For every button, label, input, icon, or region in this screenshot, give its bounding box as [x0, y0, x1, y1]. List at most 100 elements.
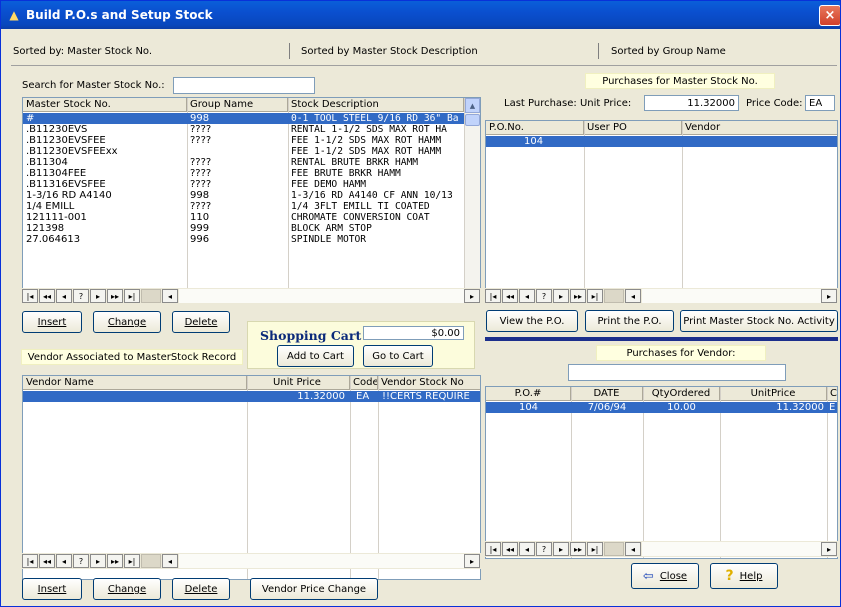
nav-prev-icon[interactable]: ◂: [56, 289, 72, 303]
nav-last-icon[interactable]: ▸|: [587, 289, 603, 303]
nav-prev-icon[interactable]: ◂: [56, 554, 72, 568]
table-row[interactable]: 11.32000 EA !!CERTS REQUIRE: [23, 391, 480, 402]
col-header-date[interactable]: DATE: [571, 387, 643, 401]
vendor-delete-button[interactable]: Delete: [172, 578, 230, 600]
table-row[interactable]: .B11230EVSFEE???? FEE 1-1/2 SDS MAX ROT H…: [23, 135, 464, 146]
tab-sorted-by-no[interactable]: Sorted by: Master Stock No.: [13, 41, 152, 61]
close-button[interactable]: ⇦ Close: [631, 563, 699, 589]
hscroll-left-icon[interactable]: ◂: [625, 289, 641, 303]
table-row[interactable]: 1-3/16 RD A4140 998 1-3/16 RD A4140 CF ANN…: [23, 190, 464, 201]
purchases-master-grid[interactable]: P.O.No. User PO Vendor 104: [485, 120, 838, 304]
hscroll-left-icon[interactable]: ◂: [162, 289, 178, 303]
window-close-button[interactable]: ×: [819, 5, 840, 26]
col-header-po-number[interactable]: P.O.#: [486, 387, 571, 401]
tab-sorted-by-desc[interactable]: Sorted by Master Stock Description: [301, 41, 478, 61]
hscroll-left-icon[interactable]: ◂: [162, 554, 178, 568]
col-header-qty-ordered[interactable]: QtyOrdered: [643, 387, 720, 401]
nav-prev-page-icon[interactable]: ◂◂: [39, 554, 55, 568]
nav-first-icon[interactable]: |◂: [22, 554, 38, 568]
vendor-price-change-button[interactable]: Vendor Price Change: [250, 578, 378, 600]
table-row[interactable]: .B11316EVSFEE???? FEE DEMO HAMM: [23, 179, 464, 190]
cell-stock-description: BLOCK ARM STOP: [291, 223, 372, 234]
table-row[interactable]: 1/4 EMILL???? 1/4 3FLT EMILL TI COATED: [23, 201, 464, 212]
nav-prev-icon[interactable]: ◂: [519, 542, 535, 556]
table-row[interactable]: 121398 999 BLOCK ARM STOP: [23, 223, 464, 234]
col-divider: [682, 121, 683, 303]
col-header-stock-description[interactable]: Stock Description: [288, 98, 464, 112]
purchases-vendor-grid[interactable]: P.O.# DATE QtyOrdered UnitPrice C 104 7/…: [485, 386, 838, 559]
nav-next-page-icon[interactable]: ▸▸: [107, 554, 123, 568]
cell-master-stock-no: 121398: [26, 223, 65, 234]
nav-prev-icon[interactable]: ◂: [519, 289, 535, 303]
nav-next-icon[interactable]: ▸: [553, 542, 569, 556]
print-activity-button[interactable]: Print Master Stock No. Activity: [680, 310, 838, 332]
hscroll-right-icon[interactable]: ▸: [464, 554, 480, 568]
nav-next-page-icon[interactable]: ▸▸: [570, 289, 586, 303]
add-to-cart-button[interactable]: Add to Cart: [277, 345, 354, 367]
nav-first-icon[interactable]: |◂: [22, 289, 38, 303]
table-row[interactable]: .B11230EVS???? RENTAL 1-1/2 SDS MAX ROT H…: [23, 124, 464, 135]
col-header-user-po[interactable]: User PO: [584, 121, 682, 135]
nav-first-icon[interactable]: |◂: [485, 289, 501, 303]
master-insert-button[interactable]: Insert: [22, 311, 82, 333]
scroll-thumb[interactable]: [465, 114, 480, 126]
nav-next-icon[interactable]: ▸: [553, 289, 569, 303]
col-header-c[interactable]: C: [827, 387, 837, 401]
vendor-change-button[interactable]: Change: [93, 578, 161, 600]
nav-prev-page-icon[interactable]: ◂◂: [502, 289, 518, 303]
nav-last-icon[interactable]: ▸|: [587, 542, 603, 556]
nav-next-icon[interactable]: ▸: [90, 289, 106, 303]
go-to-cart-button[interactable]: Go to Cart: [363, 345, 433, 367]
table-row[interactable]: 104 7/06/94 10.00 11.32000 E: [486, 402, 837, 413]
col-header-unit-price[interactable]: Unit Price: [247, 376, 350, 390]
col-header-vendor-stock-no[interactable]: Vendor Stock No: [378, 376, 480, 390]
table-row[interactable]: #998 0-1 TOOL STEEL 9/16 RD 36" Ba: [23, 113, 464, 124]
hscroll-left-icon[interactable]: ◂: [625, 542, 641, 556]
hscroll-track[interactable]: [642, 289, 821, 303]
nav-next-page-icon[interactable]: ▸▸: [570, 542, 586, 556]
hscroll-right-icon[interactable]: ▸: [464, 289, 480, 303]
col-header-vendor[interactable]: Vendor: [682, 121, 837, 135]
nav-prev-page-icon[interactable]: ◂◂: [502, 542, 518, 556]
hscroll-track[interactable]: [179, 289, 464, 303]
col-header-vendor-name[interactable]: Vendor Name: [23, 376, 247, 390]
scroll-up-icon[interactable]: ▲: [465, 98, 480, 113]
view-po-button[interactable]: View the P.O.: [486, 310, 578, 332]
nav-first-icon[interactable]: |◂: [485, 542, 501, 556]
col-header-po-no[interactable]: P.O.No.: [486, 121, 584, 135]
col-header-unit-price[interactable]: UnitPrice: [720, 387, 827, 401]
table-row[interactable]: .B11230EVSFEExx FEE 1-1/2 SDS MAX ROT HAM…: [23, 146, 464, 157]
nav-next-icon[interactable]: ▸: [90, 554, 106, 568]
table-row[interactable]: .B11304FEE???? FEE BRUTE BRKR HAMM: [23, 168, 464, 179]
vendor-insert-button[interactable]: Insert: [22, 578, 82, 600]
nav-prev-page-icon[interactable]: ◂◂: [39, 289, 55, 303]
help-button[interactable]: ? Help: [710, 563, 778, 589]
nav-find-icon[interactable]: ?: [536, 542, 552, 556]
col-header-master-stock-no[interactable]: Master Stock No.: [23, 98, 187, 112]
table-row[interactable]: 27.064613 996 SPINDLE MOTOR: [23, 234, 464, 245]
hscroll-track[interactable]: [642, 542, 821, 556]
table-row[interactable]: 121111-001 110 CHROMATE CONVERSION COAT: [23, 212, 464, 223]
master-scrollbar[interactable]: ▲: [464, 98, 480, 288]
vendor-grid[interactable]: Vendor Name Unit Price Code Vendor Stock…: [22, 375, 481, 580]
col-header-code[interactable]: Code: [350, 376, 378, 390]
hscroll-right-icon[interactable]: ▸: [821, 542, 837, 556]
nav-last-icon[interactable]: ▸|: [124, 289, 140, 303]
col-header-group-name[interactable]: Group Name: [187, 98, 288, 112]
hscroll-track[interactable]: [179, 554, 464, 568]
master-delete-button[interactable]: Delete: [172, 311, 230, 333]
tab-sorted-by-group[interactable]: Sorted by Group Name: [611, 41, 726, 61]
master-stock-grid[interactable]: Master Stock No. Group Name Stock Descri…: [22, 97, 481, 303]
nav-next-page-icon[interactable]: ▸▸: [107, 289, 123, 303]
cell-group-name: ????: [190, 157, 212, 168]
master-change-button[interactable]: Change: [93, 311, 161, 333]
hscroll-right-icon[interactable]: ▸: [821, 289, 837, 303]
nav-find-icon[interactable]: ?: [73, 289, 89, 303]
table-row[interactable]: .B11304???? RENTAL BRUTE BRKR HAMM: [23, 157, 464, 168]
print-po-button[interactable]: Print the P.O.: [585, 310, 674, 332]
search-input[interactable]: [173, 77, 315, 94]
nav-find-icon[interactable]: ?: [73, 554, 89, 568]
nav-find-icon[interactable]: ?: [536, 289, 552, 303]
nav-last-icon[interactable]: ▸|: [124, 554, 140, 568]
table-row[interactable]: 104: [486, 136, 837, 147]
